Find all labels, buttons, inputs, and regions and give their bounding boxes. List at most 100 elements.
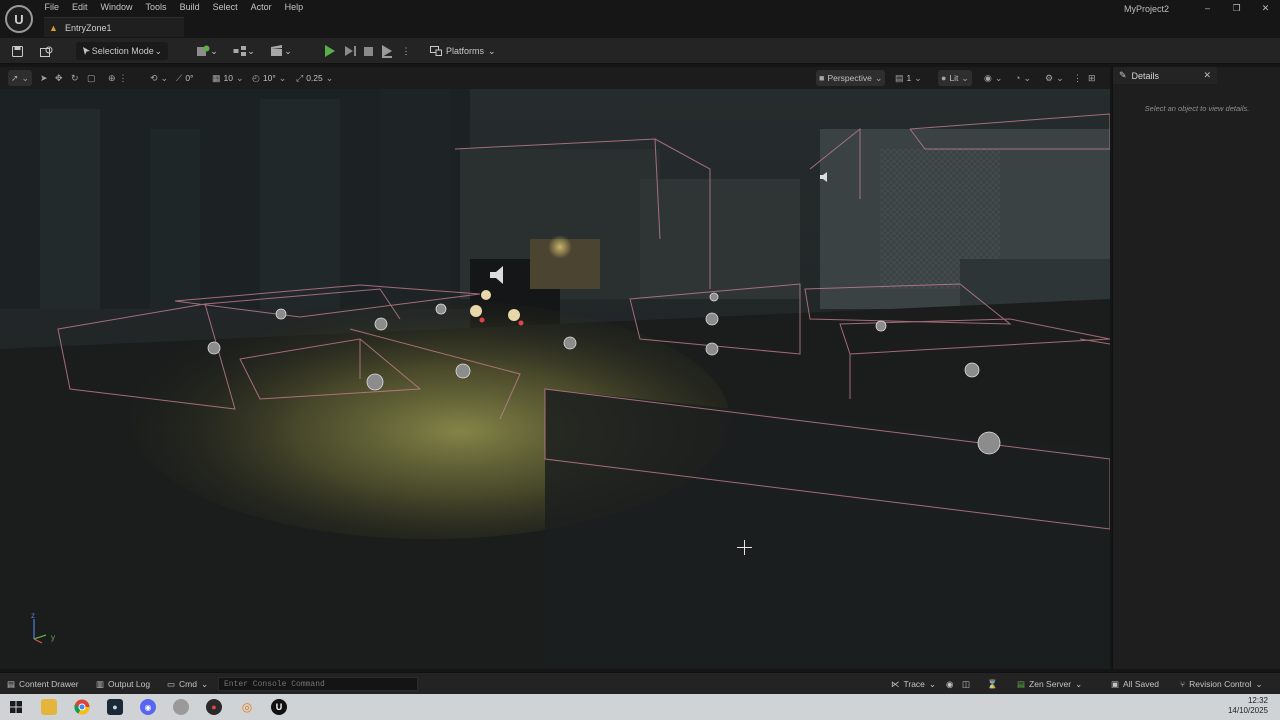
all-saved-button[interactable]: ▣ All Saved: [1111, 677, 1159, 691]
grid-icon: ▦: [212, 72, 221, 83]
show-flags-dropdown[interactable]: ◉ ⌄: [984, 70, 1002, 86]
content-drawer-button[interactable]: ▤ Content Drawer: [7, 677, 79, 691]
stop-button[interactable]: [359, 42, 377, 60]
axis-z-label: z: [31, 611, 35, 620]
close-button[interactable]: ✕: [1251, 0, 1280, 16]
lit-label: Lit: [949, 73, 959, 83]
menu-tools[interactable]: Tools: [139, 0, 173, 16]
select-arrow-icon: ➚: [11, 72, 19, 83]
terminal-icon: ▭: [167, 678, 176, 689]
details-tab[interactable]: ✎ Details ✕: [1113, 67, 1217, 84]
output-log-button[interactable]: ▥ Output Log: [96, 677, 150, 691]
menu-actor[interactable]: Actor: [244, 0, 278, 16]
eject-button[interactable]: [378, 42, 396, 60]
layout-icon[interactable]: ⊞: [1088, 70, 1096, 86]
menu-help[interactable]: Help: [278, 0, 310, 16]
menu-bar: File Edit Window Tools Build Select Acto…: [38, 0, 310, 16]
clock-time: 12:32: [1247, 696, 1268, 705]
window-controls: – ❐ ✕: [1193, 0, 1280, 16]
menu-select[interactable]: Select: [206, 0, 244, 16]
cmd-label: Cmd: [179, 679, 197, 689]
play-options-icon[interactable]: ⋮: [397, 42, 415, 60]
level-viewport[interactable]: z y: [0, 89, 1110, 669]
blueprints-button[interactable]: ⌄: [231, 42, 257, 60]
details-empty-message: Select an object to view details.: [1144, 104, 1250, 113]
save-status-icon: ▣: [1111, 678, 1120, 689]
add-actor-button[interactable]: ⌄: [194, 42, 220, 60]
camera-icon: ■: [819, 73, 825, 83]
zen-server-dropdown[interactable]: ▤ Zen Server ⌄: [1017, 677, 1082, 691]
rotate-snap-toggle[interactable]: ⟋ 0°: [176, 70, 193, 86]
stop-icon: [363, 46, 373, 56]
save-icon[interactable]: [8, 42, 26, 60]
select-tool-icon[interactable]: ➤: [40, 70, 48, 86]
windows-start-icon[interactable]: [8, 699, 24, 715]
unreal-logo[interactable]: U: [5, 5, 33, 33]
blender-icon[interactable]: ◎: [239, 699, 255, 715]
chrome-icon[interactable]: [74, 699, 90, 715]
restore-button[interactable]: ❐: [1222, 0, 1251, 16]
unreal-engine-icon[interactable]: U: [271, 699, 287, 715]
recorder-icon[interactable]: ●: [206, 699, 222, 715]
scale-snap-dropdown[interactable]: ⤢ 0.25 ⌄: [296, 70, 333, 86]
cinematics-button[interactable]: ⌄: [268, 42, 294, 60]
angle-icon: ⟋: [176, 72, 183, 83]
content-browser-icon[interactable]: [37, 42, 55, 60]
gear-icon: ⚙: [1045, 72, 1054, 83]
play-button[interactable]: [321, 42, 339, 60]
rotation-snap-icon: ◴: [252, 72, 260, 83]
menu-window[interactable]: Window: [94, 0, 139, 16]
trace-dropdown[interactable]: ⋉ Trace ⌄: [891, 677, 936, 691]
chevron-down-icon: ⌄: [154, 45, 162, 56]
revision-control-dropdown[interactable]: ⑂ Revision Control ⌄: [1180, 677, 1263, 691]
record-icon[interactable]: ◉: [946, 677, 953, 691]
lit-dropdown[interactable]: ● Lit ⌄: [938, 70, 972, 86]
rotate-value: 0°: [185, 73, 194, 83]
pencil-icon: ✎: [1119, 70, 1127, 80]
screenshot-icon[interactable]: ◫: [962, 677, 970, 691]
chevron-down-icon: ⌄: [1255, 678, 1263, 689]
performance-dropdown[interactable]: ◔ ⌄: [1015, 70, 1031, 86]
rotate-tool-icon[interactable]: ↻: [71, 70, 79, 86]
title-bar: U File Edit Window Tools Build Select Ac…: [0, 0, 1280, 38]
discord-icon[interactable]: ◉: [140, 699, 156, 715]
zen-server-label: Zen Server: [1029, 679, 1072, 689]
scene-render: [0, 89, 1110, 669]
speed-icon: ▤: [895, 72, 904, 83]
transform-mode-dropdown[interactable]: ➚ ⌄: [8, 70, 33, 86]
snap-icon: ⟲: [150, 72, 158, 83]
translate-tool-icon[interactable]: ✥: [55, 70, 63, 86]
world-space-icon[interactable]: ⊕ ⋮: [108, 70, 128, 86]
unreal-insights-icon[interactable]: ⌛: [987, 677, 998, 691]
project-name: MyProject2: [1124, 4, 1170, 14]
platforms-dropdown[interactable]: Platforms ⌄: [430, 42, 500, 60]
surface-snap-dropdown[interactable]: ⟲ ⌄: [150, 70, 168, 86]
taskbar: ● ◉ ● ◎ U 12:32 14/10/2025: [0, 694, 1280, 720]
content-drawer-label: Content Drawer: [19, 679, 79, 689]
settings-dropdown[interactable]: ⚙ ⌄: [1045, 70, 1064, 86]
chevron-down-icon: ⌄: [200, 678, 209, 689]
scale-tool-icon[interactable]: ▢: [87, 70, 96, 86]
close-icon[interactable]: ✕: [1203, 70, 1211, 81]
selection-mode-dropdown[interactable]: Selection Mode ⌄: [76, 42, 168, 60]
camera-speed-dropdown[interactable]: ▤ 1 ⌄: [895, 70, 922, 86]
drawer-icon: ▤: [7, 678, 16, 689]
rotation-snap-dropdown[interactable]: ◴ 10° ⌄: [252, 70, 286, 86]
selection-mode-label: Selection Mode: [91, 46, 154, 56]
grid-snap-dropdown[interactable]: ▦ 10 ⌄: [212, 70, 244, 86]
level-tab[interactable]: ▲ EntryZone1: [44, 17, 184, 37]
advance-frame-button[interactable]: [341, 42, 359, 60]
menu-file[interactable]: File: [38, 0, 66, 16]
main-toolbar: Selection Mode ⌄ ⌄ ⌄ ⌄ ⋮ Platforms ⌄: [0, 38, 1280, 64]
menu-build[interactable]: Build: [173, 0, 206, 16]
cmd-dropdown[interactable]: ▭ Cmd ⌄: [167, 677, 208, 691]
system-clock[interactable]: 12:32 14/10/2025: [1228, 696, 1268, 716]
minimize-button[interactable]: –: [1193, 0, 1222, 16]
console-command-input[interactable]: [218, 677, 418, 691]
perspective-dropdown[interactable]: ■ Perspective ⌄: [816, 70, 886, 86]
more-options-icon[interactable]: ⋮: [1073, 70, 1082, 86]
app-icon[interactable]: [173, 699, 189, 715]
file-explorer-icon[interactable]: [41, 699, 57, 715]
steam-icon[interactable]: ●: [107, 699, 123, 715]
menu-edit[interactable]: Edit: [66, 0, 95, 16]
